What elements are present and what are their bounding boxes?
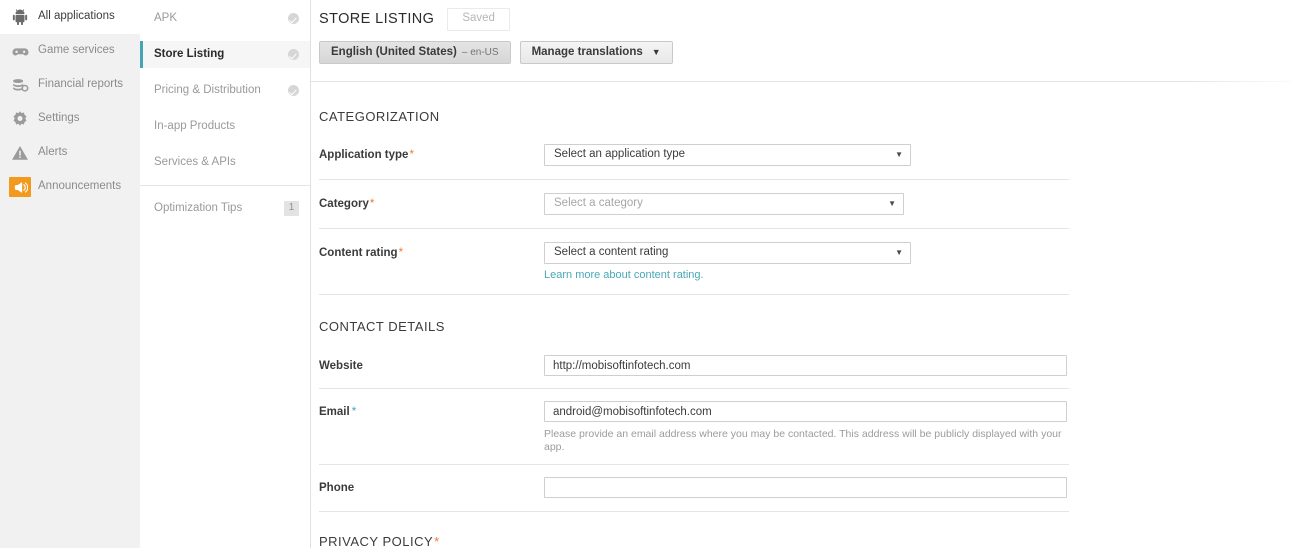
android-icon [9, 6, 31, 28]
category-select[interactable]: Select a category ▼ [544, 193, 904, 215]
manage-translations-label: Manage translations [532, 47, 643, 59]
subnav-item-store-listing[interactable]: Store Listing [140, 41, 310, 68]
gamepad-icon [9, 40, 31, 62]
field-row-category: Category* Select a category ▼ [311, 193, 1069, 215]
content-rating-learn-more-row: Learn more about content rating. [544, 270, 1069, 281]
subnav-item-label: APK [154, 13, 288, 25]
privacy-policy-section: PRIVACY POLICY* If you wish to provide a… [311, 535, 1293, 548]
application-type-select[interactable]: Select an application type ▼ [544, 144, 911, 166]
email-label: Email* [319, 401, 544, 419]
subnav-item-label: Store Listing [154, 49, 288, 61]
subnav-divider [140, 185, 310, 186]
warning-triangle-icon [9, 142, 31, 164]
sidebar-item-label: Game services [38, 45, 115, 57]
coins-icon [9, 74, 31, 96]
page-title: STORE LISTING [319, 12, 434, 27]
sidebar-item-announcements[interactable]: Announcements [0, 170, 140, 204]
application-type-value: Select an application type [554, 149, 895, 161]
sidebar-item-label: Announcements [38, 181, 121, 193]
language-button[interactable]: English (United States) – en-US [319, 41, 511, 64]
subnav-item-label: Pricing & Distribution [154, 85, 288, 97]
manage-translations-button[interactable]: Manage translations ▼ [520, 41, 673, 64]
category-value: Select a category [554, 198, 888, 210]
secondary-nav: APK Store Listing Pricing & Distribution… [140, 0, 311, 548]
label-text: Email [319, 406, 350, 418]
main-content: STORE LISTING Saved English (United Stat… [311, 0, 1293, 548]
website-input[interactable]: http://mobisoftinfotech.com [544, 355, 1067, 376]
title-row: STORE LISTING Saved [311, 0, 1293, 32]
sidebar-item-label: Financial reports [38, 79, 123, 91]
content-rating-learn-more-link[interactable]: Learn more about content rating. [544, 269, 704, 281]
field-row-phone: Phone [311, 477, 1069, 498]
check-circle-icon [288, 85, 299, 96]
subnav-item-pricing-distribution[interactable]: Pricing & Distribution [140, 77, 310, 104]
required-asterisk: * [434, 534, 440, 548]
check-circle-icon [288, 49, 299, 60]
categorization-section: CATEGORIZATION [311, 110, 1293, 123]
sidebar-item-alerts[interactable]: Alerts [0, 136, 140, 170]
form-body: CATEGORIZATION Application type* Select … [311, 82, 1293, 548]
language-code-label: – en-US [462, 48, 499, 58]
privacy-title-text: PRIVACY POLICY [319, 534, 433, 548]
subnav-item-label: In-app Products [154, 121, 299, 133]
required-asterisk: * [399, 247, 403, 259]
page-header: STORE LISTING Saved English (United Stat… [311, 0, 1293, 82]
label-text: Category [319, 198, 369, 210]
subnav-item-label: Services & APIs [154, 157, 299, 169]
email-input[interactable]: android@mobisoftinfotech.com [544, 401, 1067, 422]
content-rating-value: Select a content rating [554, 247, 895, 259]
sidebar-item-all-applications[interactable]: All applications [0, 0, 140, 34]
label-text: Application type [319, 149, 408, 161]
language-toolbar: English (United States) – en-US Manage t… [311, 41, 1293, 64]
saved-status-badge: Saved [447, 8, 510, 31]
field-row-content-rating: Content rating* Select a content rating … [311, 242, 1069, 281]
subnav-item-apk[interactable]: APK [140, 5, 310, 32]
subnav-item-services-apis[interactable]: Services & APIs [140, 149, 310, 176]
content-rating-label: Content rating* [319, 242, 544, 260]
field-row-email: Email* android@mobisoftinfotech.com Plea… [311, 401, 1069, 453]
subnav-item-label: Optimization Tips [154, 203, 284, 215]
contact-details-title: CONTACT DETAILS [319, 320, 1293, 333]
chevron-down-icon: ▼ [888, 200, 896, 208]
chevron-down-icon: ▼ [652, 48, 661, 57]
sidebar-item-label: Settings [38, 113, 80, 125]
chevron-down-icon: ▼ [895, 151, 903, 159]
label-text: Website [319, 360, 363, 372]
primary-sidebar: All applications Game services [0, 0, 140, 548]
sidebar-item-financial-reports[interactable]: Financial reports [0, 68, 140, 102]
categorization-title: CATEGORIZATION [319, 110, 1293, 123]
subnav-item-optimization-tips[interactable]: Optimization Tips 1 [140, 195, 310, 222]
website-label: Website [319, 355, 544, 373]
check-circle-icon [288, 13, 299, 24]
website-value: http://mobisoftinfotech.com [553, 360, 690, 372]
contact-details-section: CONTACT DETAILS [311, 320, 1293, 333]
play-console-page: All applications Game services [0, 0, 1293, 548]
megaphone-icon [9, 177, 31, 197]
field-row-website: Website http://mobisoftinfotech.com [311, 355, 1069, 376]
email-value: android@mobisoftinfotech.com [553, 406, 712, 418]
phone-label: Phone [319, 477, 544, 495]
email-helper-text: Please provide an email address where yo… [544, 428, 1069, 453]
subnav-item-in-app-products[interactable]: In-app Products [140, 113, 310, 140]
category-label: Category* [319, 193, 544, 211]
gear-icon [9, 108, 31, 130]
language-button-label: English (United States) [331, 47, 457, 59]
chevron-down-icon: ▼ [895, 249, 903, 257]
required-asterisk: * [409, 149, 413, 161]
application-type-label: Application type* [319, 144, 544, 162]
sidebar-item-settings[interactable]: Settings [0, 102, 140, 136]
sidebar-item-label: All applications [38, 11, 115, 23]
sidebar-item-label: Alerts [38, 147, 67, 159]
required-asterisk: * [370, 198, 374, 210]
content-rating-select[interactable]: Select a content rating ▼ [544, 242, 911, 264]
sidebar-item-game-services[interactable]: Game services [0, 34, 140, 68]
optimization-tips-badge: 1 [284, 201, 299, 216]
privacy-policy-title: PRIVACY POLICY* [319, 535, 1293, 548]
label-text: Content rating [319, 247, 398, 259]
field-row-application-type: Application type* Select an application … [311, 144, 1069, 166]
label-text: Phone [319, 482, 354, 494]
required-asterisk: * [352, 406, 356, 418]
phone-input[interactable] [544, 477, 1067, 498]
